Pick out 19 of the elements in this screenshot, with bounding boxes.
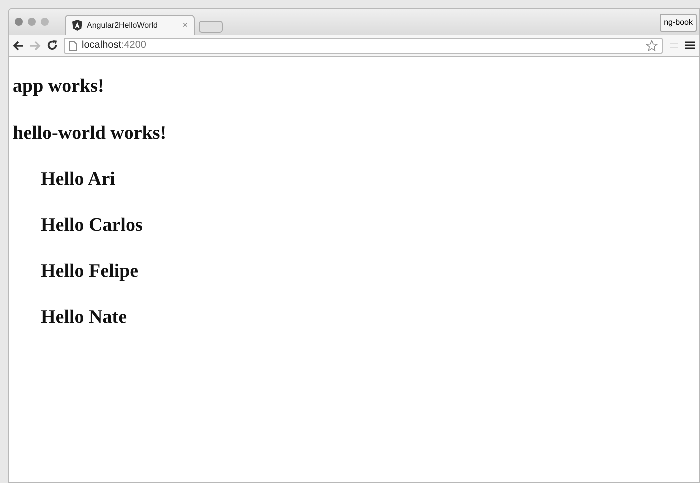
back-arrow-icon[interactable] [13,40,24,50]
reload-icon[interactable] [47,40,58,51]
profile-button[interactable]: ng-book [660,14,697,32]
page-icon [69,40,77,50]
greeting-heading: Hello Carlos [41,214,144,234]
browser-tab[interactable]: Angular2HelloWorld × [65,15,195,35]
greeting-heading: Hello Felipe [41,260,140,280]
tab-title: Angular2HelloWorld [87,20,159,32]
menu-icon[interactable] [685,41,695,50]
greeting-heading: Hello Ari [41,168,116,188]
greeting-heading: Hello Nate [41,306,128,326]
page-heading: hello-world works! [13,122,168,142]
url-text: localhost:4200 [82,39,148,53]
page-heading: app works! [13,75,106,95]
new-tab-button[interactable] [199,21,223,33]
forward-arrow-icon[interactable] [30,40,41,50]
star-icon[interactable] [646,40,658,52]
shield-logo-icon [72,20,83,31]
address-bar[interactable]: localhost:4200 [64,38,663,54]
